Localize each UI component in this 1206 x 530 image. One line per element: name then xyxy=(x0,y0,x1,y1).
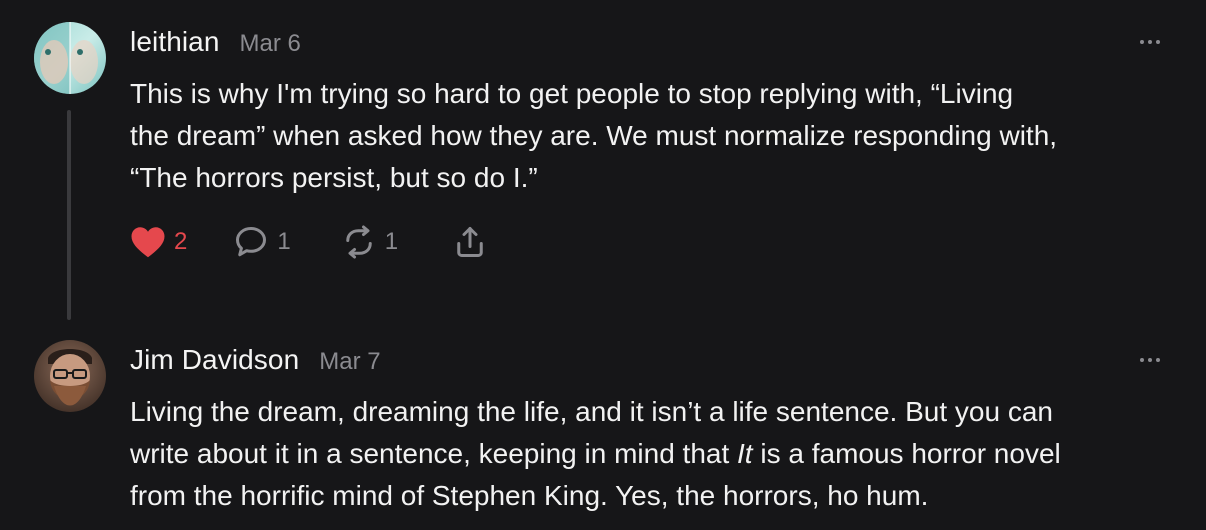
ellipsis-icon xyxy=(1140,358,1144,362)
post-leithian: leithian Mar 6 This is why I'm trying so… xyxy=(0,0,1206,320)
repost-arrows-icon xyxy=(341,224,377,260)
post-date[interactable]: Mar 6 xyxy=(240,30,301,58)
ellipsis-icon xyxy=(1140,40,1144,44)
post-text: Living the dream, dreaming the life, and… xyxy=(130,391,1180,517)
reply-count: 1 xyxy=(277,228,291,255)
thread-line xyxy=(67,110,71,320)
like-count: 2 xyxy=(174,228,188,255)
speech-bubble-icon xyxy=(233,224,269,260)
repost-count: 1 xyxy=(384,228,399,255)
post-text: This is why I'm trying so hard to get pe… xyxy=(130,78,1058,193)
post-date[interactable]: Mar 7 xyxy=(319,348,380,376)
repost-button[interactable]: 1 xyxy=(341,224,398,260)
more-options-button[interactable] xyxy=(1140,358,1160,362)
author-name[interactable]: Jim Davidson xyxy=(130,344,299,376)
heart-filled-icon xyxy=(130,225,166,259)
avatar-jim-davidson[interactable] xyxy=(34,340,106,412)
more-options-button[interactable] xyxy=(1140,40,1160,44)
avatar-leithian[interactable] xyxy=(34,22,106,94)
post-jim-davidson: Jim Davidson Mar 7 Living the dream, dre… xyxy=(0,320,1206,530)
share-button[interactable] xyxy=(452,224,488,260)
share-icon xyxy=(452,224,488,260)
post-actions: 2 1 1 xyxy=(130,224,488,260)
post-header: leithian Mar 6 xyxy=(130,26,301,58)
like-button[interactable]: 2 xyxy=(130,225,187,259)
reply-button[interactable]: 1 xyxy=(233,224,291,260)
post-header: Jim Davidson Mar 7 xyxy=(130,344,381,376)
book-title-italic: It xyxy=(737,438,753,469)
author-name[interactable]: leithian xyxy=(130,26,220,58)
